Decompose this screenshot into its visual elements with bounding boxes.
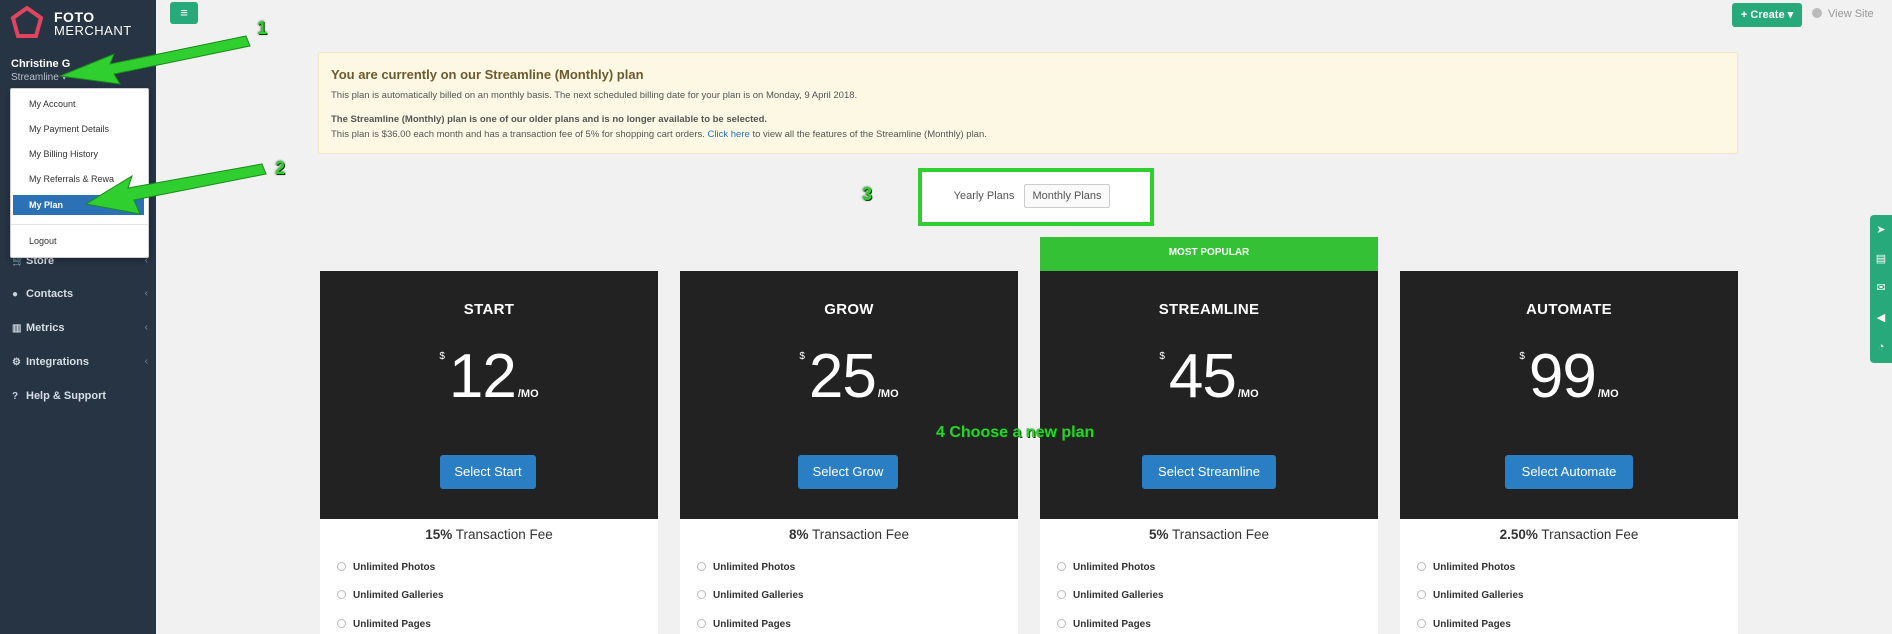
annotation-arrow-1 xyxy=(58,35,251,85)
annotation-number-3: 3 xyxy=(862,184,873,204)
annotation-number-1: 1 xyxy=(257,18,268,38)
annotation-arrows xyxy=(58,35,267,215)
annotation-arrow-2 xyxy=(84,163,267,215)
annotation-number-2: 2 xyxy=(275,158,286,178)
